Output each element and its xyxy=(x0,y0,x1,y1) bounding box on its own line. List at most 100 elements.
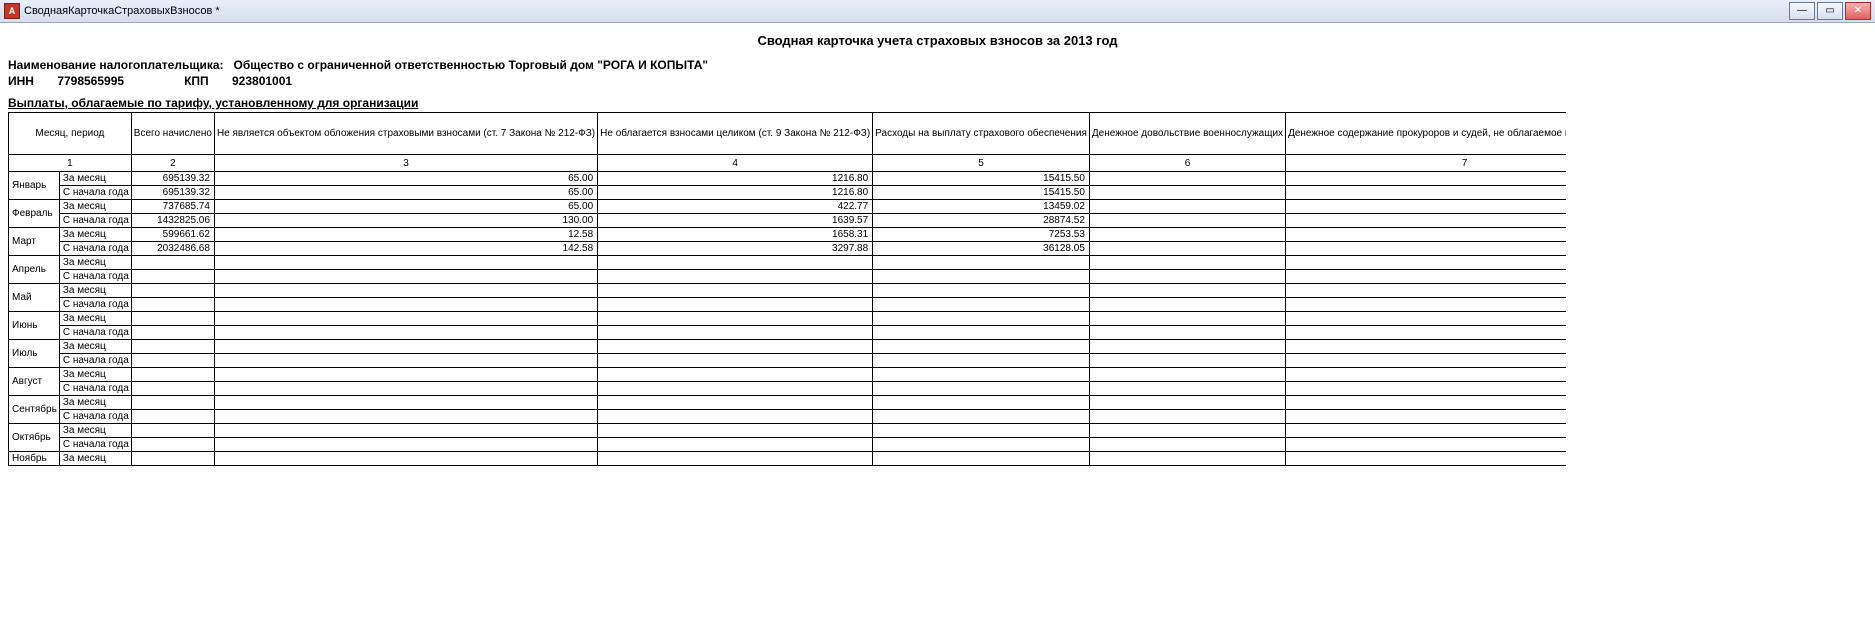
cell[interactable] xyxy=(873,340,1090,354)
month-label[interactable]: Сентябрь xyxy=(9,396,60,424)
cell[interactable] xyxy=(1286,368,1566,382)
month-label[interactable]: Апрель xyxy=(9,256,60,284)
cell[interactable]: 28874.52 xyxy=(873,214,1090,228)
cell[interactable] xyxy=(1286,228,1566,242)
cell[interactable]: 1216.80 xyxy=(598,186,873,200)
colnum-5[interactable]: 5 xyxy=(873,155,1090,172)
cell[interactable] xyxy=(1089,172,1285,186)
cell[interactable] xyxy=(1286,256,1566,270)
cell[interactable] xyxy=(214,256,597,270)
spreadsheet-table[interactable]: Месяц, период Всего начислено Не являетс… xyxy=(8,112,1566,466)
cell[interactable] xyxy=(131,270,214,284)
cell[interactable] xyxy=(131,368,214,382)
cell[interactable] xyxy=(1286,424,1566,438)
period-label[interactable]: С начала года xyxy=(59,270,131,284)
cell[interactable] xyxy=(873,424,1090,438)
cell[interactable]: 65.00 xyxy=(214,172,597,186)
hdr-c7[interactable]: Денежное содержание прокуроров и судей, … xyxy=(1286,113,1566,155)
cell[interactable] xyxy=(1286,326,1566,340)
cell[interactable] xyxy=(131,438,214,452)
cell[interactable] xyxy=(598,410,873,424)
cell[interactable]: 422.77 xyxy=(598,200,873,214)
period-label[interactable]: С начала года xyxy=(59,214,131,228)
cell[interactable] xyxy=(1089,410,1285,424)
cell[interactable]: 12.58 xyxy=(214,228,597,242)
cell[interactable] xyxy=(598,340,873,354)
cell[interactable] xyxy=(214,396,597,410)
cell[interactable] xyxy=(131,256,214,270)
cell[interactable] xyxy=(1286,270,1566,284)
cell[interactable] xyxy=(1286,452,1566,466)
period-label[interactable]: За месяц xyxy=(59,312,131,326)
cell[interactable] xyxy=(1286,186,1566,200)
cell[interactable] xyxy=(131,452,214,466)
cell[interactable] xyxy=(1089,214,1285,228)
cell[interactable]: 2032486.68 xyxy=(131,242,214,256)
cell[interactable] xyxy=(873,256,1090,270)
cell[interactable] xyxy=(1286,340,1566,354)
cell[interactable] xyxy=(598,396,873,410)
cell[interactable] xyxy=(131,410,214,424)
cell[interactable] xyxy=(131,424,214,438)
cell[interactable] xyxy=(598,424,873,438)
cell[interactable] xyxy=(598,284,873,298)
cell[interactable]: 599661.62 xyxy=(131,228,214,242)
colnum-1[interactable]: 1 xyxy=(9,155,132,172)
cell[interactable] xyxy=(131,340,214,354)
cell[interactable]: 1216.80 xyxy=(598,172,873,186)
cell[interactable] xyxy=(1286,284,1566,298)
cell[interactable] xyxy=(873,382,1090,396)
period-label[interactable]: За месяц xyxy=(59,452,131,466)
hdr-c5[interactable]: Расходы на выплату страхового обеспечени… xyxy=(873,113,1090,155)
cell[interactable] xyxy=(598,452,873,466)
cell[interactable] xyxy=(1089,340,1285,354)
cell[interactable] xyxy=(214,382,597,396)
period-label[interactable]: За месяц xyxy=(59,172,131,186)
month-label[interactable]: Май xyxy=(9,284,60,312)
cell[interactable] xyxy=(214,340,597,354)
cell[interactable] xyxy=(214,354,597,368)
cell[interactable] xyxy=(598,256,873,270)
cell[interactable] xyxy=(1089,228,1285,242)
cell[interactable]: 36128.05 xyxy=(873,242,1090,256)
cell[interactable]: 737685.74 xyxy=(131,200,214,214)
cell[interactable] xyxy=(214,284,597,298)
cell[interactable] xyxy=(598,270,873,284)
cell[interactable]: 695139.32 xyxy=(131,172,214,186)
cell[interactable] xyxy=(598,298,873,312)
cell[interactable] xyxy=(1286,410,1566,424)
cell[interactable] xyxy=(873,298,1090,312)
cell[interactable] xyxy=(1286,354,1566,368)
period-label[interactable]: За месяц xyxy=(59,284,131,298)
month-label[interactable]: Март xyxy=(9,228,60,256)
cell[interactable] xyxy=(1089,200,1285,214)
cell[interactable] xyxy=(873,452,1090,466)
cell[interactable] xyxy=(1286,438,1566,452)
cell[interactable]: 7253.53 xyxy=(873,228,1090,242)
maximize-button[interactable]: ▭ xyxy=(1817,2,1843,20)
cell[interactable] xyxy=(214,452,597,466)
period-label[interactable]: С начала года xyxy=(59,410,131,424)
period-label[interactable]: За месяц xyxy=(59,200,131,214)
period-label[interactable]: За месяц xyxy=(59,340,131,354)
cell[interactable] xyxy=(873,284,1090,298)
cell[interactable]: 65.00 xyxy=(214,200,597,214)
cell[interactable] xyxy=(214,270,597,284)
cell[interactable] xyxy=(873,410,1090,424)
cell[interactable] xyxy=(1089,452,1285,466)
close-button[interactable]: ✕ xyxy=(1845,2,1871,20)
cell[interactable] xyxy=(873,326,1090,340)
colnum-4[interactable]: 4 xyxy=(598,155,873,172)
period-label[interactable]: С начала года xyxy=(59,326,131,340)
colnum-7[interactable]: 7 xyxy=(1286,155,1566,172)
cell[interactable] xyxy=(131,298,214,312)
cell[interactable] xyxy=(598,354,873,368)
cell[interactable] xyxy=(873,396,1090,410)
cell[interactable] xyxy=(598,312,873,326)
cell[interactable] xyxy=(214,326,597,340)
cell[interactable]: 130.00 xyxy=(214,214,597,228)
cell[interactable] xyxy=(1089,186,1285,200)
month-label[interactable]: Февраль xyxy=(9,200,60,228)
period-label[interactable]: За месяц xyxy=(59,228,131,242)
cell[interactable] xyxy=(1089,242,1285,256)
